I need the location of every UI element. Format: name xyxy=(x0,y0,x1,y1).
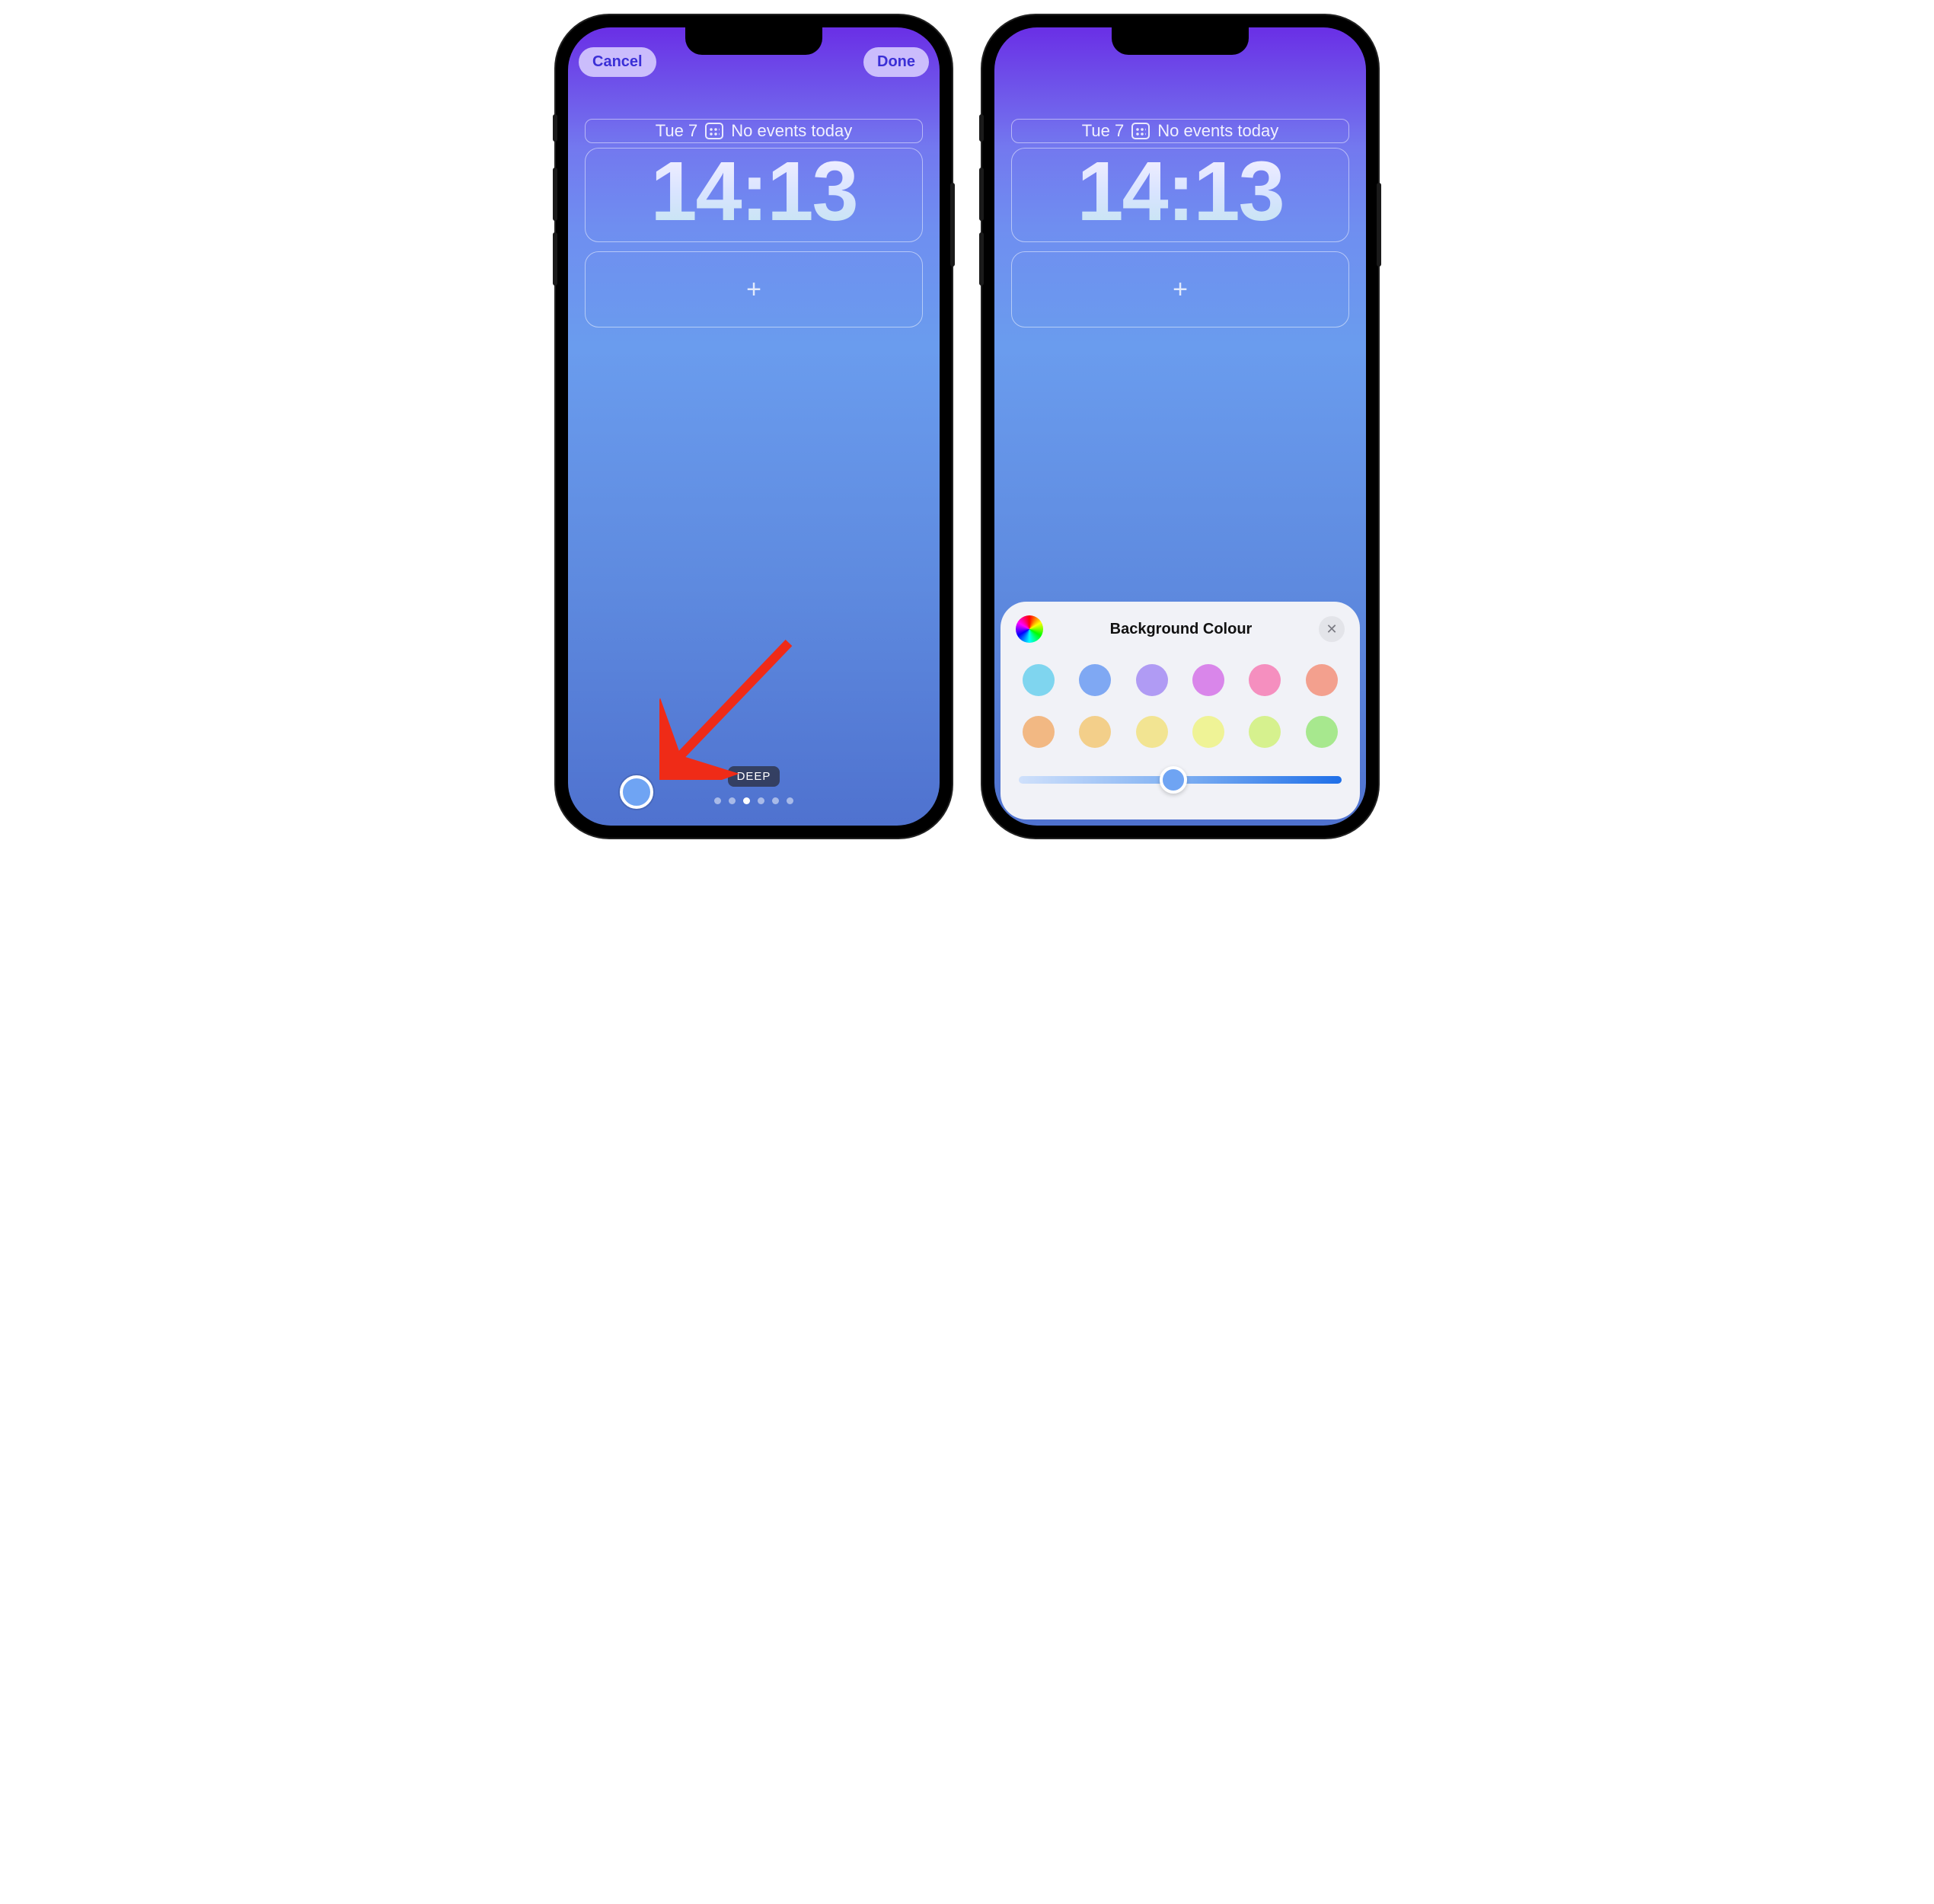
power-button[interactable] xyxy=(1377,183,1381,267)
page-dot[interactable] xyxy=(714,797,721,804)
phone-right: Tue 7 No events today 14:13 + Background… xyxy=(982,15,1378,838)
background-colour-panel: Background Colour ✕ xyxy=(1001,602,1360,819)
color-swatch[interactable] xyxy=(1249,716,1281,748)
swatch-grid xyxy=(1016,658,1345,766)
plus-icon: + xyxy=(746,275,761,305)
volume-down-button[interactable] xyxy=(979,232,984,286)
page-dot[interactable] xyxy=(729,797,736,804)
annotation-arrow xyxy=(659,635,804,780)
color-swatch[interactable] xyxy=(1249,664,1281,696)
color-swatch[interactable] xyxy=(1023,716,1055,748)
mute-switch[interactable] xyxy=(979,114,984,142)
clock-time: 14:13 xyxy=(586,150,922,234)
add-widget-button[interactable]: + xyxy=(1011,251,1349,327)
screen-left: Cancel Done Tue 7 No events today 14:13 … xyxy=(568,27,940,826)
close-button[interactable]: ✕ xyxy=(1319,616,1345,642)
close-icon: ✕ xyxy=(1326,621,1337,637)
lock-content: Tue 7 No events today 14:13 + xyxy=(1011,119,1349,327)
volume-down-button[interactable] xyxy=(553,232,557,286)
done-button[interactable]: Done xyxy=(863,47,929,77)
color-wheel-button[interactable] xyxy=(1016,615,1043,643)
color-swatch[interactable] xyxy=(1136,716,1168,748)
date-label: Tue 7 xyxy=(656,121,697,141)
time-widget[interactable]: 14:13 xyxy=(1011,148,1349,242)
calendar-icon xyxy=(1131,123,1150,139)
notch xyxy=(1112,27,1249,55)
date-widget-row[interactable]: Tue 7 No events today xyxy=(585,119,923,143)
clock-time: 14:13 xyxy=(1012,150,1348,234)
date-label: Tue 7 xyxy=(1082,121,1124,141)
page-dots[interactable] xyxy=(714,797,793,804)
hue-slider[interactable] xyxy=(1016,766,1345,794)
notch xyxy=(685,27,822,55)
time-widget[interactable]: 14:13 xyxy=(585,148,923,242)
plus-icon: + xyxy=(1173,275,1188,305)
color-swatch[interactable] xyxy=(1136,664,1168,696)
events-label: No events today xyxy=(731,121,852,141)
color-swatch[interactable] xyxy=(1306,664,1338,696)
power-button[interactable] xyxy=(950,183,955,267)
page-dot[interactable] xyxy=(758,797,764,804)
page-dot[interactable] xyxy=(787,797,793,804)
lock-content: Tue 7 No events today 14:13 + xyxy=(585,119,923,327)
volume-up-button[interactable] xyxy=(979,168,984,221)
color-swatch[interactable] xyxy=(1192,664,1224,696)
events-label: No events today xyxy=(1157,121,1278,141)
style-tag: DEEP xyxy=(728,766,780,787)
screen-right: Tue 7 No events today 14:13 + Background… xyxy=(994,27,1366,826)
panel-header: Background Colour ✕ xyxy=(1016,615,1345,643)
mute-switch[interactable] xyxy=(553,114,557,142)
background-color-button[interactable] xyxy=(620,775,653,809)
color-swatch[interactable] xyxy=(1192,716,1224,748)
color-swatch[interactable] xyxy=(1023,664,1055,696)
add-widget-button[interactable]: + xyxy=(585,251,923,327)
date-widget-row[interactable]: Tue 7 No events today xyxy=(1011,119,1349,143)
phone-left: Cancel Done Tue 7 No events today 14:13 … xyxy=(556,15,952,838)
color-swatch[interactable] xyxy=(1306,716,1338,748)
page-dot[interactable] xyxy=(743,797,750,804)
color-swatch[interactable] xyxy=(1079,716,1111,748)
calendar-icon xyxy=(705,123,723,139)
color-swatch[interactable] xyxy=(1079,664,1111,696)
cancel-button[interactable]: Cancel xyxy=(579,47,656,77)
page-dot[interactable] xyxy=(772,797,779,804)
volume-up-button[interactable] xyxy=(553,168,557,221)
panel-title: Background Colour xyxy=(1110,621,1253,638)
slider-thumb[interactable] xyxy=(1160,766,1187,794)
